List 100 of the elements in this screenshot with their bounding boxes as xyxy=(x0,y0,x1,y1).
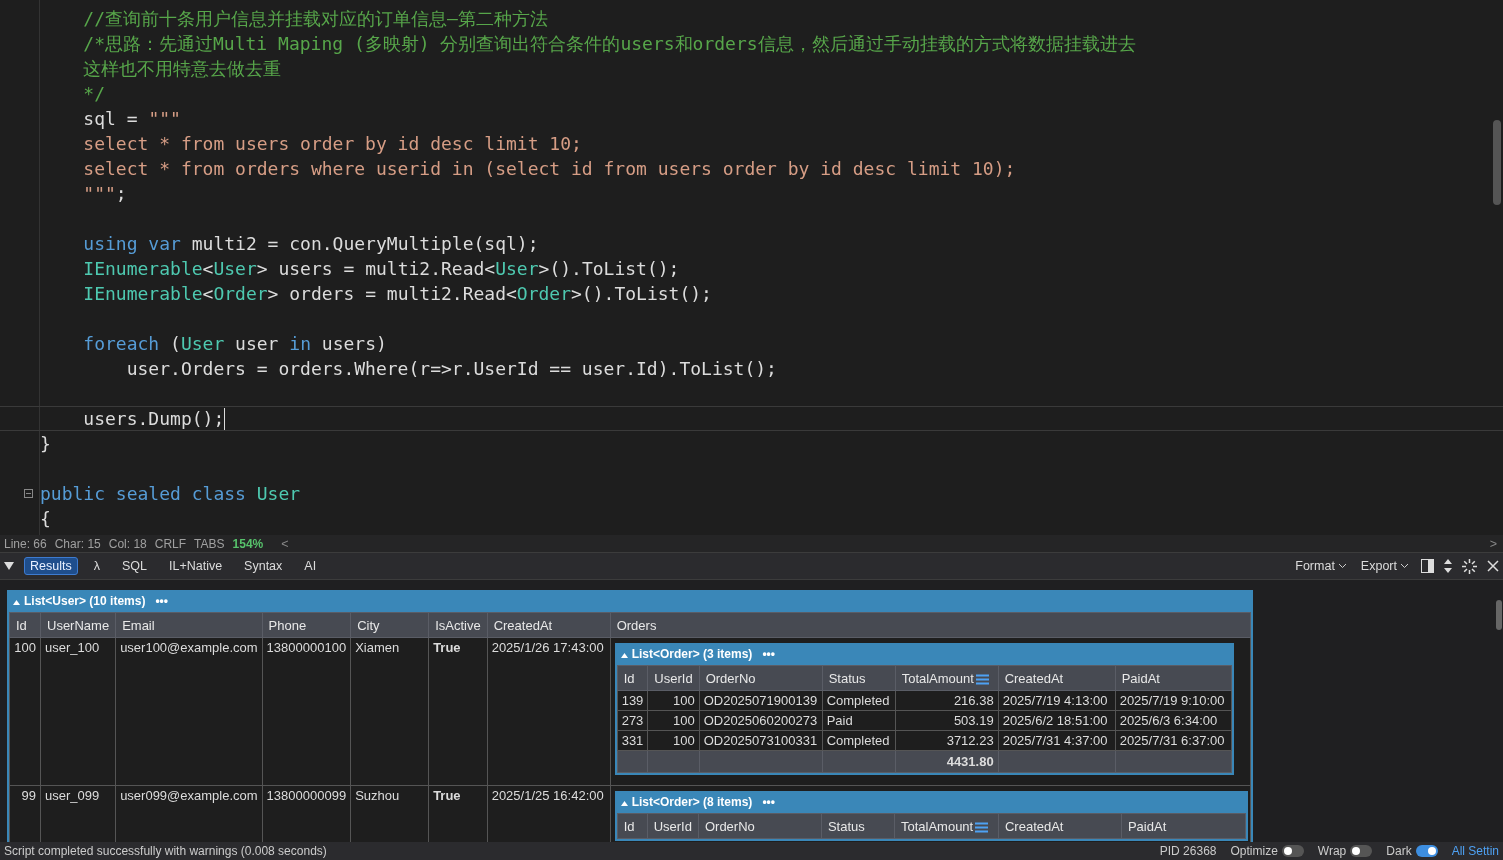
column-header: Email xyxy=(115,612,263,638)
code-token: user xyxy=(234,332,280,356)
code-token: User xyxy=(180,332,225,356)
table-cell: OD2025060200273 xyxy=(699,710,823,731)
code-token: users.Dump(); xyxy=(82,407,225,431)
status-message: Script completed successfully with warnings (0.008 seconds) xyxy=(4,844,327,858)
column-header: Phone xyxy=(262,612,351,638)
code-token: IEnumerable xyxy=(82,282,203,306)
table-cell: 100 xyxy=(9,637,41,786)
code-token: >().ToList(); xyxy=(571,282,712,306)
code-token: User xyxy=(255,482,301,506)
result-tab[interactable]: SQL xyxy=(115,557,153,575)
code-token: 这样也不用特意去做去重 xyxy=(82,57,282,81)
column-header: Id xyxy=(617,665,648,691)
code-token: Order xyxy=(213,282,268,306)
more-button[interactable]: ••• xyxy=(155,594,168,608)
panel-icon[interactable] xyxy=(1421,559,1434,573)
code-token: */ xyxy=(82,82,106,106)
table-cell: 331 xyxy=(617,730,648,751)
code-token: < xyxy=(202,282,214,306)
column-header: TotalAmount xyxy=(894,813,999,839)
table-cell: user100@example.com xyxy=(115,637,263,786)
scroll-right-button[interactable]: > xyxy=(1487,536,1499,551)
settings-link[interactable]: All Settin xyxy=(1451,844,1499,858)
toggle-switch[interactable] xyxy=(1281,845,1304,857)
result-tab[interactable]: Syntax xyxy=(238,557,289,575)
column-header: IsActive xyxy=(428,612,488,638)
result-tab[interactable]: IL+Native xyxy=(162,557,229,575)
code-token: user.Orders = orders.Where(r=>r.UserId == user.Id).ToList(); xyxy=(125,357,777,381)
scrollbar-thumb[interactable] xyxy=(1493,120,1501,205)
menu-button[interactable]: Export xyxy=(1358,559,1411,573)
status-text: Col: 18 xyxy=(108,536,147,551)
spinner-icon[interactable] xyxy=(1462,558,1477,574)
code-token: User xyxy=(213,257,257,281)
text-cursor xyxy=(224,407,226,430)
table-cell: 2025/6/3 6:34:00 xyxy=(1115,710,1232,731)
code-token: users) xyxy=(320,332,387,356)
status-text: Char: 15 xyxy=(54,536,101,551)
column-header: CreatedAt xyxy=(998,813,1122,839)
code-token: User xyxy=(495,257,539,281)
result-tab[interactable]: λ xyxy=(87,557,106,575)
table-cell: True xyxy=(428,637,488,786)
column-header: PaidAt xyxy=(1121,813,1246,839)
code-token: sql = xyxy=(82,107,139,131)
code-token: > orders = multi2.Read< xyxy=(267,282,517,306)
pid-text: PID 26368 xyxy=(1159,844,1217,858)
chevron-down-icon xyxy=(1337,563,1347,569)
table-cell: Completed xyxy=(822,690,896,711)
column-header: UserId xyxy=(647,665,700,691)
table-cell: 2025/7/31 6:37:00 xyxy=(1115,730,1232,751)
table-cell: 273 xyxy=(617,710,648,731)
chevron-down-icon xyxy=(1400,563,1409,569)
table-cell: 2025/6/2 18:51:00 xyxy=(998,710,1116,731)
code-token: select * from users order by id desc limit 10; xyxy=(82,132,582,156)
sort-arrows-icon[interactable] xyxy=(1444,559,1452,573)
toggle-switch[interactable] xyxy=(1415,845,1438,857)
code-token: //查询前十条用户信息并挂载对应的订单信息—第二种方法 xyxy=(82,7,548,31)
table-cell: 2025/1/26 17:43:00 xyxy=(487,637,611,786)
collapse-icon[interactable] xyxy=(24,489,33,498)
column-header: UserId xyxy=(647,813,699,839)
result-tab[interactable]: AI xyxy=(298,557,323,575)
result-tab[interactable]: Results xyxy=(24,557,78,575)
table-cell: 13800000100 xyxy=(262,637,351,786)
more-button[interactable]: ••• xyxy=(762,795,775,809)
status-text: TABS xyxy=(194,536,225,551)
table-cell: 100 xyxy=(647,730,700,751)
scrollbar-thumb[interactable] xyxy=(1496,600,1502,630)
menu-button[interactable]: Format xyxy=(1293,559,1349,573)
table-cell: 503.19 xyxy=(895,710,999,731)
status-text: Line: 66 xyxy=(4,536,47,551)
code-token: > users = multi2.Read< xyxy=(256,257,496,281)
code-token: """ xyxy=(148,107,181,131)
table-cell: 2025/7/19 9:10:00 xyxy=(1115,690,1232,711)
toggle-switch[interactable] xyxy=(1350,845,1373,857)
table-title: List<Order> (8 items) xyxy=(620,795,753,809)
scroll-left-button[interactable]: < xyxy=(279,536,291,551)
column-header: Orders xyxy=(610,612,1251,638)
table-cell: 2025/7/19 4:13:00 xyxy=(998,690,1116,711)
column-header: Status xyxy=(822,665,896,691)
table-cell: 3712.23 xyxy=(895,730,999,751)
more-button[interactable]: ••• xyxy=(762,647,775,661)
code-token: foreach xyxy=(82,332,160,356)
table-cell: OD2025071900139 xyxy=(699,690,823,711)
code-token: IEnumerable xyxy=(82,257,203,281)
table-cell: 139 xyxy=(617,690,648,711)
close-icon[interactable] xyxy=(1487,560,1499,572)
collapse-triangle-icon[interactable] xyxy=(4,562,14,570)
table-cell: 2025/7/31 4:37:00 xyxy=(998,730,1116,751)
code-token: /*思路：先通过Multi Maping (多映射) 分别查询出符合条件的users和orders信息，然后通过手动挂载的方式将数据挂载进去 xyxy=(82,32,1136,56)
table-cell: 100 xyxy=(647,690,700,711)
column-header: Id xyxy=(9,612,41,638)
code-token: public sealed class xyxy=(40,482,246,506)
code-token: < xyxy=(202,257,214,281)
code-token: ; xyxy=(115,182,127,206)
column-header: PaidAt xyxy=(1115,665,1232,691)
toggle-label: Optimize xyxy=(1230,844,1278,858)
column-header: TotalAmount xyxy=(895,665,999,691)
column-header: OrderNo xyxy=(698,813,822,839)
code-token: ( xyxy=(169,332,181,356)
toggle-label: Wrap xyxy=(1317,844,1347,858)
